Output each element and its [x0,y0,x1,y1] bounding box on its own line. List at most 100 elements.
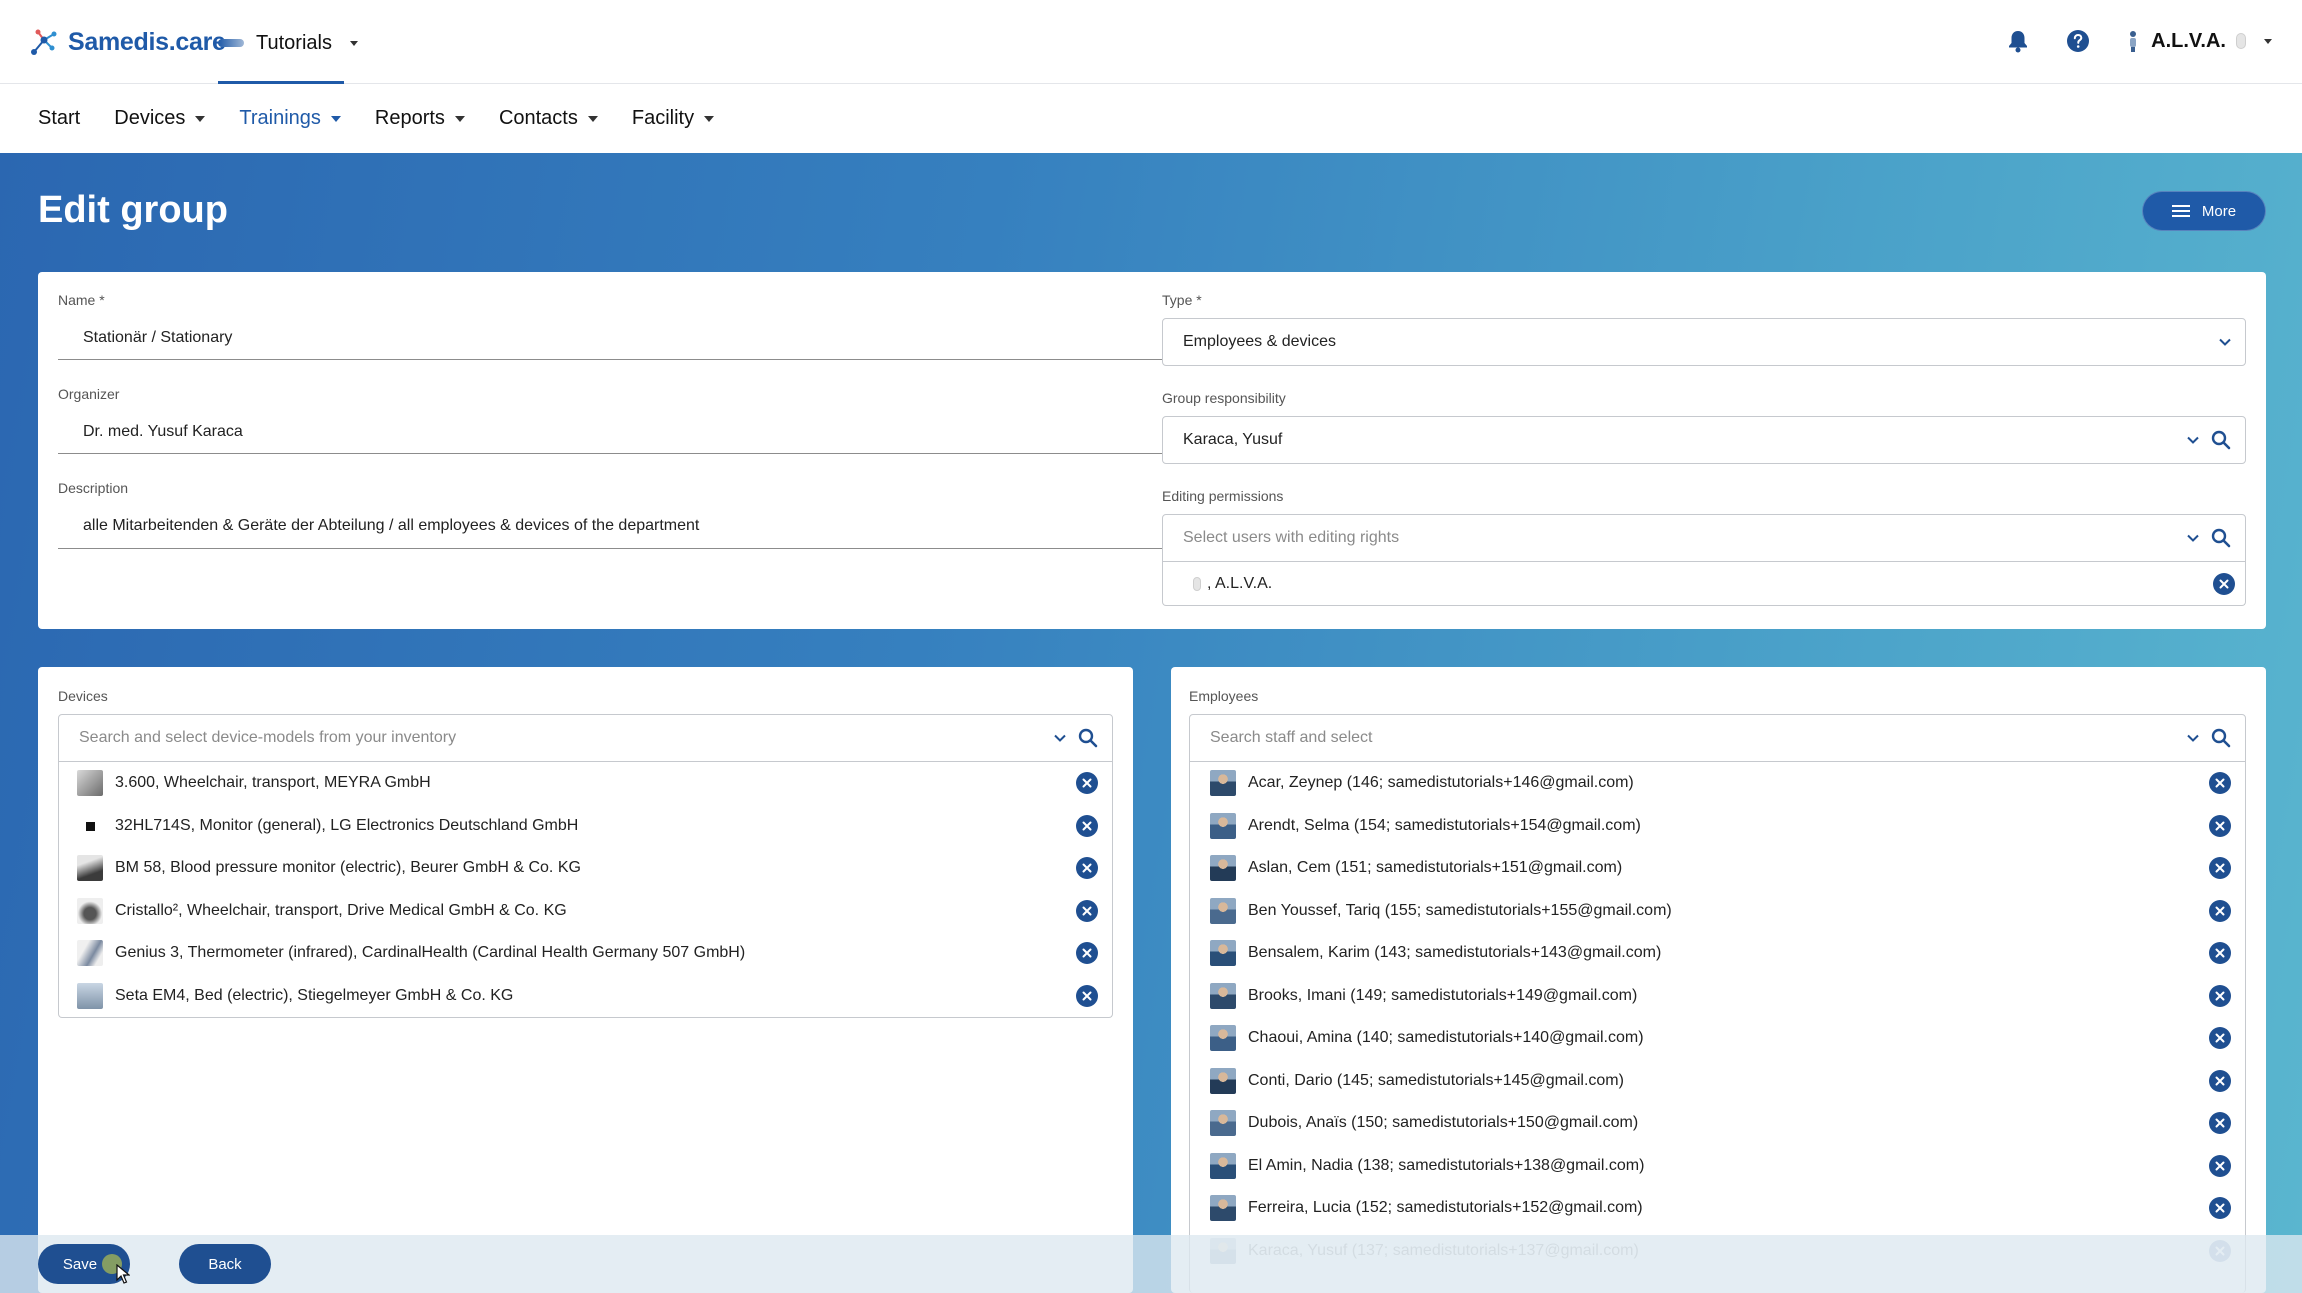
nav-label: Reports [374,107,445,129]
employee-name: Aslan, Cem (151; samedistutorials+151@gm… [1248,859,1623,877]
remove-icon[interactable] [1076,857,1098,879]
chevron-down-icon [349,40,358,46]
remove-icon[interactable] [2209,772,2231,794]
chevron-down-icon [2219,338,2231,346]
remove-icon[interactable] [2209,1197,2231,1219]
employee-avatar-icon [1210,855,1236,882]
top-bar: Samedis.care Tutorials A.L.V.A. [0,0,2302,84]
employees-card: Employees Search staff and select Acar, … [1171,667,2266,1293]
employee-name: Conti, Dario (145; samedistutorials+145@… [1248,1071,1624,1089]
responsibility-value: Karaca, Yusuf [1183,431,1283,448]
chevron-down-icon[interactable] [1054,732,1066,744]
remove-icon[interactable] [2209,1069,2231,1092]
chevron-down-icon[interactable] [2187,532,2199,544]
select-icons [2187,515,2231,561]
menu-icon [2171,205,2190,217]
thermometer-icon [77,940,103,967]
remove-icon[interactable] [2209,857,2231,879]
nav-facility[interactable]: Facility [632,107,715,130]
employee-name: El Amin, Nadia (138; samedistutorials+13… [1248,1156,1645,1174]
select-icons [2187,417,2231,463]
more-button[interactable]: More [2142,191,2266,231]
device-name: 32HL714S, Monitor (general), LG Electron… [115,816,579,834]
devices-list: 3.600, Wheelchair, transport, MEYRA GmbH… [58,762,1113,1018]
chevron-down-icon[interactable] [2187,732,2199,744]
device-row: BM 58, Blood pressure monitor (electric)… [59,847,1112,890]
remove-icon[interactable] [2213,573,2235,595]
permissions-select[interactable]: Select users with editing rights [1162,514,2246,562]
remove-icon[interactable] [2209,1154,2231,1177]
save-button[interactable]: Save [38,1244,130,1284]
action-bar [0,1235,2302,1293]
employee-avatar-icon [1210,1067,1236,1094]
bell-icon[interactable] [2005,28,2031,54]
type-value: Employees & devices [1183,333,1336,350]
page-title: Edit group [38,189,228,231]
remove-icon[interactable] [2209,984,2231,1007]
remove-icon[interactable] [1076,984,1098,1007]
employee-avatar-icon [1210,897,1236,924]
organizer-label: Organizer [58,386,120,402]
employees-list: Acar, Zeynep (146; samedistutorials+146@… [1189,762,2246,1293]
select-icons [2219,319,2231,365]
tenant-switcher[interactable]: Tutorials [218,24,358,62]
device-row: 32HL714S, Monitor (general), LG Electron… [59,805,1112,848]
employees-search-input[interactable]: Search staff and select [1189,714,2246,762]
remove-icon[interactable] [1076,772,1098,794]
select-icons [1054,715,1098,761]
search-icon[interactable] [2211,728,2231,748]
devices-placeholder: Search and select device-models from you… [79,729,457,746]
nav-trainings[interactable]: Trainings [239,107,341,130]
organizer-field[interactable]: Dr. med. Yusuf Karaca [58,410,1162,454]
remove-icon[interactable] [1076,942,1098,964]
mouse-cursor-icon [116,1264,130,1284]
help-icon[interactable] [2065,28,2091,54]
nav-label: Contacts [498,107,578,129]
devices-label: Devices [58,688,108,704]
search-icon[interactable] [2211,528,2231,548]
chevron-down-icon [454,115,465,122]
remove-icon[interactable] [2209,1027,2231,1049]
remove-icon[interactable] [2209,899,2231,922]
samedis-logo[interactable]: Samedis.care [28,26,226,58]
nav-devices[interactable]: Devices [114,107,206,130]
responsibility-label: Group responsibility [1162,390,1286,406]
nav-label: Start [38,107,81,129]
user-avatar-icon [1193,576,1201,591]
remove-icon[interactable] [1076,814,1098,837]
remove-icon[interactable] [2209,942,2231,964]
remove-icon[interactable] [2209,814,2231,837]
devices-search-input[interactable]: Search and select device-models from you… [58,714,1113,762]
name-label: Name * [58,292,105,308]
nav-reports[interactable]: Reports [375,107,465,130]
employee-row: El Amin, Nadia (138; samedistutorials+13… [1190,1145,2245,1188]
user-status-icon [2236,33,2246,49]
chevron-down-icon [587,115,598,122]
employee-row: Acar, Zeynep (146; samedistutorials+146@… [1190,762,2245,805]
wheelchair-icon [77,770,103,797]
employee-row: Bensalem, Karim (143; samedistutorials+1… [1190,932,2245,975]
employees-placeholder: Search staff and select [1210,729,1373,746]
user-name: A.L.V.A. [2151,29,2226,52]
chevron-down-icon[interactable] [2187,434,2199,446]
employee-row: Ben Youssef, Tariq (155; samedistutorial… [1190,890,2245,933]
permission-user-name: , A.L.V.A. [1207,574,1273,592]
remove-icon[interactable] [1076,899,1098,922]
back-button[interactable]: Back [179,1244,271,1284]
user-menu[interactable]: A.L.V.A. [2125,30,2272,53]
name-field[interactable]: Stationär / Stationary [58,316,1162,360]
employee-name: Dubois, Anaïs (150; samedistutorials+150… [1248,1114,1639,1132]
nav-start[interactable]: Start [38,107,80,130]
nav-contacts[interactable]: Contacts [499,107,598,130]
search-icon[interactable] [1078,728,1098,748]
header-actions: A.L.V.A. [2005,28,2272,54]
tenant-logo-icon [218,39,244,47]
search-icon[interactable] [2211,430,2231,450]
nav-label: Devices [114,107,186,129]
responsibility-select[interactable]: Karaca, Yusuf [1162,416,2246,464]
description-field[interactable]: alle Mitarbeitenden & Geräte der Abteilu… [58,504,1162,549]
type-select[interactable]: Employees & devices [1162,318,2246,366]
employee-avatar-icon [1210,1152,1236,1179]
chevron-down-icon [2264,38,2272,44]
remove-icon[interactable] [2209,1112,2231,1134]
